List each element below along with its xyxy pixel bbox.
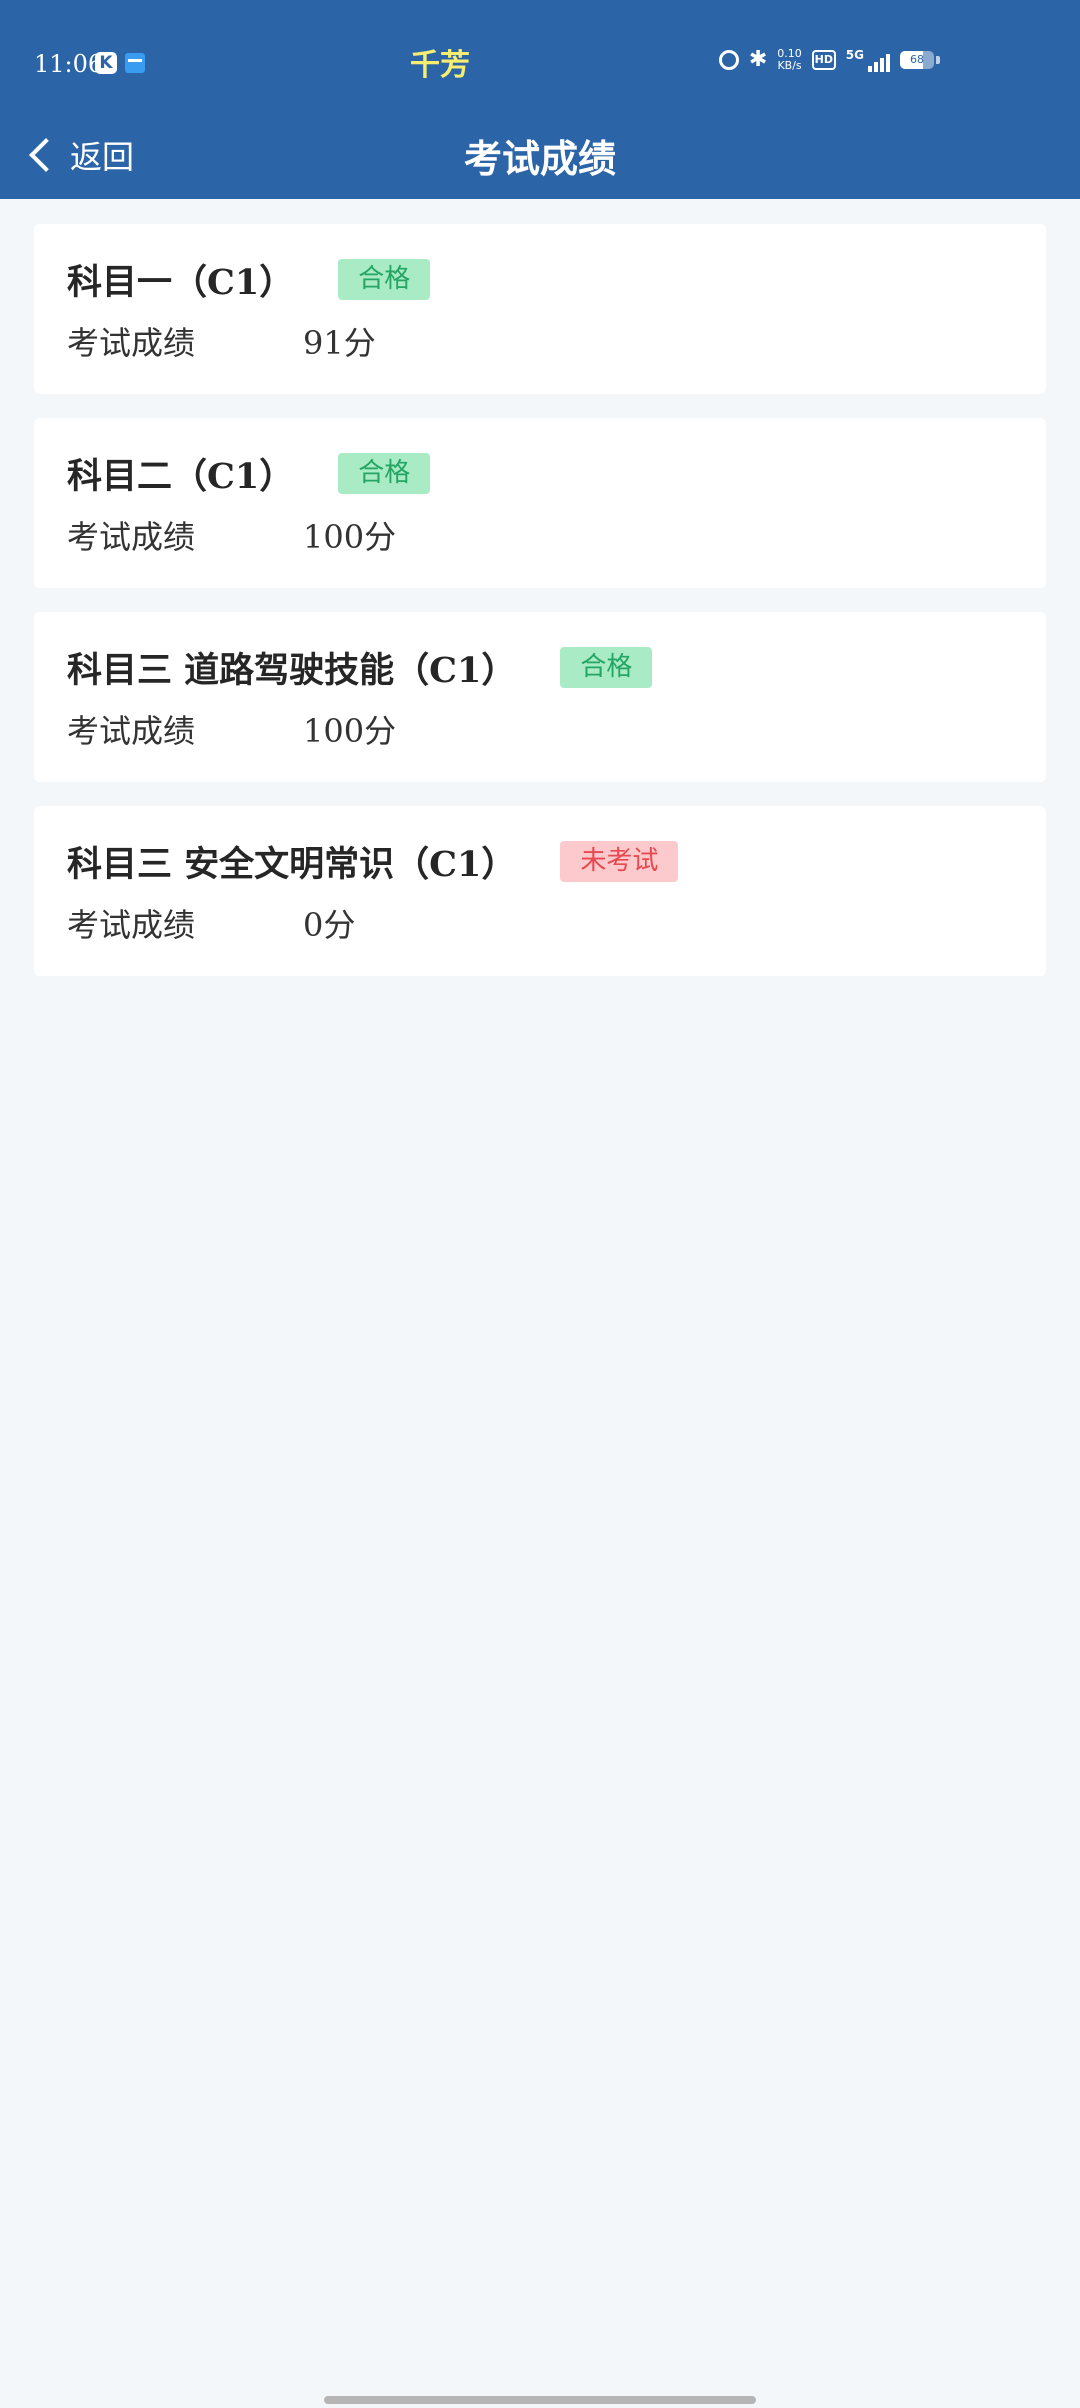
- status-bar: 11:06 K 千芳 ✱ 0.10 KB/s HD 5G 68: [0, 0, 1080, 120]
- card-title-row: 科目一（C1） 合格: [67, 254, 431, 305]
- status-badge: 合格: [338, 453, 431, 494]
- score-label: 考试成绩: [67, 906, 196, 944]
- score-row: 考试成绩 100分: [67, 706, 396, 752]
- status-badge: 合格: [560, 647, 653, 688]
- network-speed: 0.10 KB/s: [777, 48, 802, 72]
- exam-subject-title: 科目三 道路驾驶技能（C1）: [67, 650, 517, 691]
- calendar-icon: [125, 53, 145, 73]
- card-title-row: 科目三 道路驾驶技能（C1） 合格: [67, 642, 653, 693]
- page-title: 考试成绩: [463, 136, 616, 181]
- signal-bar: [868, 66, 872, 72]
- score-value: 91分: [303, 324, 376, 362]
- score-row: 考试成绩 91分: [67, 318, 376, 364]
- signal-bar: [880, 58, 884, 72]
- nav-bar: 返回 考试成绩: [0, 120, 1080, 199]
- exam-card-subject-3-driving: 科目三 道路驾驶技能（C1） 合格 考试成绩 100分: [34, 612, 1046, 782]
- app-header: 11:06 K 千芳 ✱ 0.10 KB/s HD 5G 68 返回 考试成绩: [0, 0, 1080, 199]
- card-title-row: 科目二（C1） 合格: [67, 448, 431, 499]
- exam-card-subject-3-safety: 科目三 安全文明常识（C1） 未考试 考试成绩 0分: [34, 806, 1046, 976]
- hd-icon: HD: [811, 50, 836, 70]
- score-label: 考试成绩: [67, 518, 196, 556]
- carrier-name: 千芳: [410, 48, 470, 83]
- bluetooth-icon: ✱: [748, 47, 768, 72]
- signal-bar: [874, 62, 878, 72]
- score-row: 考试成绩 0分: [67, 900, 355, 946]
- k-app-icon: K: [95, 52, 117, 74]
- status-icons: ✱ 0.10 KB/s HD 5G 68: [718, 47, 940, 72]
- score-row: 考试成绩 100分: [67, 512, 396, 558]
- signal-icon: 5G: [846, 48, 890, 72]
- status-badge: 合格: [338, 259, 431, 300]
- exam-subject-title: 科目一（C1）: [67, 262, 295, 303]
- score-label: 考试成绩: [67, 324, 196, 362]
- exam-subject-title: 科目二（C1）: [67, 456, 295, 497]
- score-value: 0分: [303, 906, 356, 944]
- card-title-row: 科目三 安全文明常识（C1） 未考试: [67, 836, 679, 887]
- status-time: 11:06: [34, 50, 104, 78]
- network-type: 5G: [845, 48, 864, 62]
- exam-card-subject-1: 科目一（C1） 合格 考试成绩 91分: [34, 224, 1046, 394]
- alarm-icon: [718, 50, 739, 70]
- exam-subject-title: 科目三 安全文明常识（C1）: [67, 844, 517, 885]
- battery-level: 68: [910, 53, 924, 66]
- network-speed-unit: KB/s: [777, 59, 802, 72]
- status-badge: 未考试: [560, 841, 679, 882]
- home-indicator[interactable]: [324, 2396, 756, 2404]
- score-value: 100分: [303, 518, 397, 556]
- signal-bar: [886, 54, 890, 72]
- score-value: 100分: [303, 712, 397, 750]
- exam-card-subject-2: 科目二（C1） 合格 考试成绩 100分: [34, 418, 1046, 588]
- battery-icon: 68: [900, 51, 934, 69]
- battery-tip: [936, 56, 940, 64]
- score-label: 考试成绩: [67, 712, 196, 750]
